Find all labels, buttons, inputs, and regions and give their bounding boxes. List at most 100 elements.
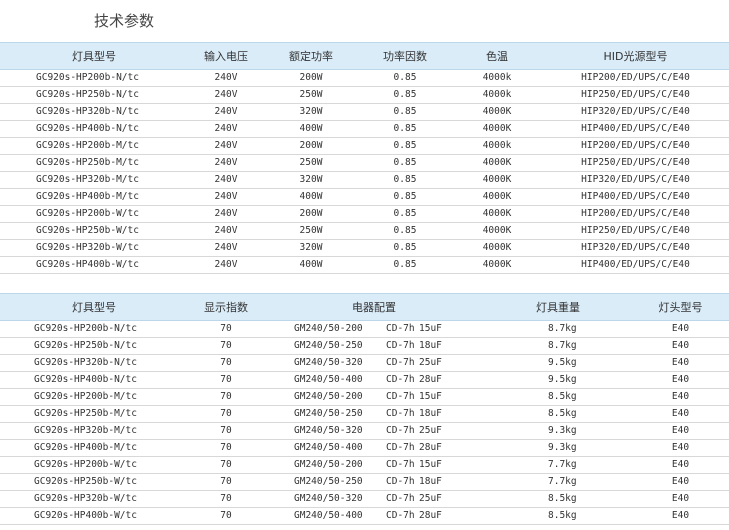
cell-color-temp: 4000K <box>452 154 542 172</box>
capacitor-value: 25uF <box>419 357 442 368</box>
cell-electrical-config: GM240/50-250 CD-7h 18uF <box>264 337 484 355</box>
header-lamp-base-model: 灯头型号 <box>632 293 729 321</box>
table-row: GC920s-HP320b-M/tc 70 GM240/50-320 CD-7h 25u… <box>0 422 729 440</box>
capacitor-value: 18uF <box>419 340 442 351</box>
table-row: GC920s-HP200b-W/tc 240V 200W 0.85 4000K HIP20… <box>0 205 729 223</box>
cell-electrical-config: GM240/50-400 CD-7h 28uF <box>264 439 484 457</box>
cell-model: GC920s-HP400b-M/tc <box>0 188 188 206</box>
cell-power-factor: 0.85 <box>358 86 452 104</box>
ballast-model: GM240/50-200 <box>294 459 363 470</box>
ignitor-model: CD-7h <box>386 493 415 504</box>
cell-display-index: 70 <box>188 371 264 389</box>
cell-display-index: 70 <box>188 439 264 457</box>
cell-input-voltage: 240V <box>188 120 264 138</box>
cell-input-voltage: 240V <box>188 171 264 189</box>
table-row: GC920s-HP250b-M/tc 70 GM240/50-250 CD-7h 18u… <box>0 405 729 423</box>
capacitor-value: 25uF <box>419 493 442 504</box>
cell-rated-power: 250W <box>264 86 358 104</box>
table-row: GC920s-HP200b-N/tc 70 GM240/50-200 CD-7h 15u… <box>0 320 729 338</box>
cell-color-temp: 4000K <box>452 239 542 257</box>
cell-hid-lamp-model: HIP320/ED/UPS/C/E40 <box>542 103 729 121</box>
cell-power-factor: 0.85 <box>358 154 452 172</box>
cell-input-voltage: 240V <box>188 222 264 240</box>
cell-hid-lamp-model: HIP320/ED/UPS/C/E40 <box>542 171 729 189</box>
header-color-temp: 色温 <box>452 42 542 70</box>
header-rated-power: 额定功率 <box>264 42 358 70</box>
cell-rated-power: 200W <box>264 205 358 223</box>
cell-rated-power: 200W <box>264 137 358 155</box>
cell-fixture-weight: 8.7kg <box>484 320 632 338</box>
header-input-voltage: 输入电压 <box>188 42 264 70</box>
cell-fixture-weight: 7.7kg <box>484 473 632 491</box>
cell-model: GC920s-HP320b-W/tc <box>0 490 188 508</box>
ballast-model: GM240/50-200 <box>294 323 363 334</box>
cell-color-temp: 4000K <box>452 120 542 138</box>
header-display-index: 显示指数 <box>188 293 264 321</box>
cell-input-voltage: 240V <box>188 239 264 257</box>
header-power-factor: 功率因数 <box>358 42 452 70</box>
cell-model: GC920s-HP250b-N/tc <box>0 337 188 355</box>
ballast-model: GM240/50-250 <box>294 340 363 351</box>
ignitor-model: CD-7h <box>386 357 415 368</box>
cell-color-temp: 4000K <box>452 222 542 240</box>
cell-rated-power: 320W <box>264 171 358 189</box>
cell-model: GC920s-HP400b-M/tc <box>0 439 188 457</box>
capacitor-value: 28uF <box>419 510 442 521</box>
ballast-model: GM240/50-320 <box>294 425 363 436</box>
cell-power-factor: 0.85 <box>358 120 452 138</box>
header-fixture-weight: 灯具重量 <box>484 293 632 321</box>
header-hid-lamp-model: HID光源型号 <box>542 42 729 70</box>
cell-model: GC920s-HP250b-M/tc <box>0 154 188 172</box>
ballast-model: GM240/50-320 <box>294 357 363 368</box>
cell-hid-lamp-model: HIP250/ED/UPS/C/E40 <box>542 222 729 240</box>
table-row: GC920s-HP320b-W/tc 70 GM240/50-320 CD-7h 25u… <box>0 490 729 508</box>
cell-model: GC920s-HP250b-W/tc <box>0 222 188 240</box>
table-header-row: 灯具型号 显示指数 电器配置 灯具重量 灯头型号 <box>0 293 729 321</box>
cell-input-voltage: 240V <box>188 137 264 155</box>
table-row: GC920s-HP250b-W/tc 240V 250W 0.85 4000K HIP25… <box>0 222 729 240</box>
cell-power-factor: 0.85 <box>358 137 452 155</box>
cell-display-index: 70 <box>188 388 264 406</box>
cell-fixture-weight: 9.5kg <box>484 371 632 389</box>
page-title: 技术参数 <box>94 12 155 30</box>
cell-fixture-weight: 7.7kg <box>484 456 632 474</box>
table-row: GC920s-HP320b-M/tc 240V 320W 0.85 4000K HIP32… <box>0 171 729 189</box>
cell-input-voltage: 240V <box>188 154 264 172</box>
cell-rated-power: 250W <box>264 222 358 240</box>
cell-rated-power: 400W <box>264 256 358 274</box>
cell-model: GC920s-HP320b-N/tc <box>0 103 188 121</box>
table-row: GC920s-HP320b-W/tc 240V 320W 0.85 4000K HIP32… <box>0 239 729 257</box>
table-row: GC920s-HP250b-W/tc 70 GM240/50-250 CD-7h 18u… <box>0 473 729 491</box>
table-row: GC920s-HP400b-N/tc 240V 400W 0.85 4000K HIP40… <box>0 120 729 138</box>
cell-color-temp: 4000K <box>452 256 542 274</box>
ballast-model: GM240/50-200 <box>294 391 363 402</box>
cell-fixture-weight: 8.5kg <box>484 490 632 508</box>
cell-electrical-config: GM240/50-320 CD-7h 25uF <box>264 490 484 508</box>
cell-lamp-base-model: E40 <box>632 456 729 474</box>
header-electrical-config: 电器配置 <box>264 293 484 321</box>
cell-model: GC920s-HP320b-W/tc <box>0 239 188 257</box>
table-row: GC920s-HP200b-M/tc 70 GM240/50-200 CD-7h 15u… <box>0 388 729 406</box>
cell-model: GC920s-HP320b-N/tc <box>0 354 188 372</box>
cell-display-index: 70 <box>188 405 264 423</box>
cell-power-factor: 0.85 <box>358 239 452 257</box>
cell-rated-power: 200W <box>264 69 358 87</box>
cell-fixture-weight: 8.7kg <box>484 337 632 355</box>
cell-model: GC920s-HP200b-M/tc <box>0 137 188 155</box>
capacitor-value: 15uF <box>419 323 442 334</box>
cell-color-temp: 4000K <box>452 205 542 223</box>
cell-fixture-weight: 9.3kg <box>484 422 632 440</box>
cell-lamp-base-model: E40 <box>632 354 729 372</box>
specs-table-electrical: 灯具型号 输入电压 额定功率 功率因数 色温 HID光源型号 GC920s-HP… <box>0 42 729 274</box>
ignitor-model: CD-7h <box>386 391 415 402</box>
ballast-model: GM240/50-400 <box>294 442 363 453</box>
cell-input-voltage: 240V <box>188 188 264 206</box>
capacitor-value: 18uF <box>419 476 442 487</box>
cell-electrical-config: GM240/50-200 CD-7h 15uF <box>264 320 484 338</box>
cell-rated-power: 250W <box>264 154 358 172</box>
cell-electrical-config: GM240/50-400 CD-7h 28uF <box>264 507 484 525</box>
capacitor-value: 18uF <box>419 408 442 419</box>
cell-power-factor: 0.85 <box>358 69 452 87</box>
ignitor-model: CD-7h <box>386 459 415 470</box>
capacitor-value: 28uF <box>419 374 442 385</box>
